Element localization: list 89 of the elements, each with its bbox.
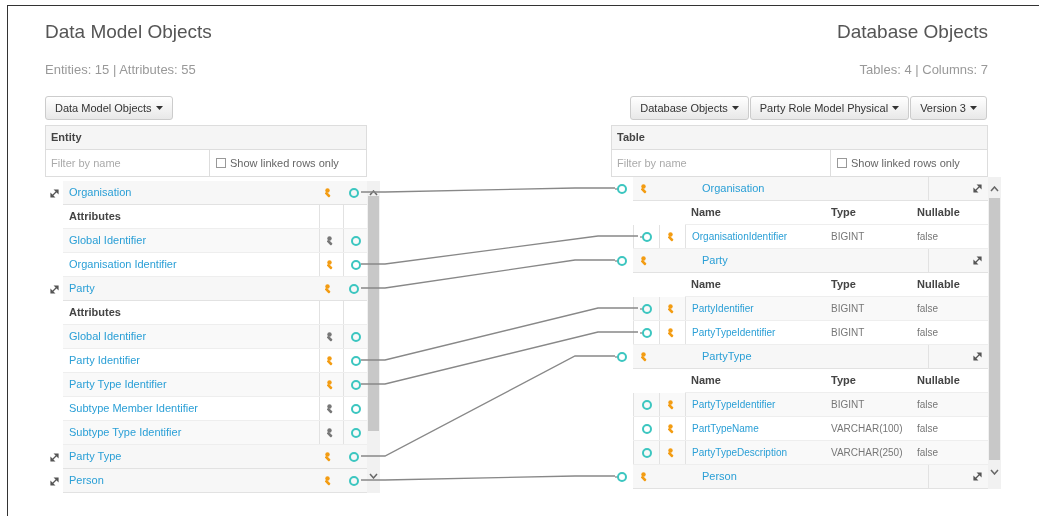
scroll-up-icon[interactable] — [990, 186, 999, 192]
expand-icon[interactable] — [973, 352, 982, 361]
column-header: Nullable — [916, 373, 961, 389]
filter-field[interactable]: Filter by name — [611, 150, 830, 177]
entity-name[interactable]: Party — [63, 280, 319, 297]
column-name[interactable]: PartyTypeIdentifier — [685, 393, 825, 416]
expand-icon[interactable] — [973, 472, 982, 481]
linked-circle-icon[interactable] — [639, 327, 652, 338]
column-nullable: false — [916, 398, 940, 412]
column-nullable: false — [916, 230, 940, 244]
scrollbar[interactable] — [988, 177, 1001, 489]
caret-icon — [970, 106, 977, 110]
entity-row[interactable]: Party — [63, 277, 367, 301]
table-row[interactable]: PartyType — [633, 345, 988, 369]
scroll-down-icon[interactable] — [990, 469, 999, 475]
panel-summary: Tables: 4 | Columns: 7 — [859, 61, 988, 79]
caret-icon — [731, 106, 739, 110]
entity-row[interactable]: Person — [63, 469, 367, 493]
column-name[interactable]: PartTypeName — [685, 417, 825, 440]
column-name[interactable]: PartyIdentifier — [685, 297, 825, 320]
linked-circle-icon[interactable] — [615, 472, 627, 482]
column-header: Entity — [45, 125, 367, 150]
table-name[interactable]: Party — [696, 252, 928, 269]
dropdown-button[interactable]: Version 3 — [910, 96, 987, 120]
expand-icon[interactable] — [49, 452, 59, 462]
table-name[interactable]: Person — [696, 468, 928, 485]
section-label: Attributes — [68, 209, 122, 225]
table-name[interactable]: PartyType — [696, 348, 928, 365]
column-header: Name — [690, 205, 722, 221]
attribute-name[interactable]: Subtype Member Identifier — [63, 397, 319, 420]
dropdown-button[interactable]: Data Model Objects — [45, 96, 173, 120]
entity-row[interactable]: Party Type — [63, 445, 367, 469]
entity-name[interactable]: Person — [63, 472, 319, 489]
expand-icon[interactable] — [973, 256, 982, 265]
entity-name[interactable]: Organisation — [63, 184, 319, 201]
linked-circle-icon[interactable] — [615, 352, 627, 362]
column-header: Type — [830, 373, 857, 389]
scrollbar[interactable] — [367, 181, 380, 493]
table-row[interactable]: Organisation — [633, 177, 988, 201]
panel-summary: Entities: 15 | Attributes: 55 — [45, 61, 197, 79]
table-row[interactable]: Person — [633, 465, 988, 489]
column-type: BIGINT — [830, 398, 866, 412]
checkbox[interactable] — [216, 158, 226, 168]
column-header: Table — [611, 125, 988, 150]
column-nullable: false — [916, 302, 940, 316]
entity-row[interactable]: Organisation — [63, 181, 367, 205]
column-nullable: false — [916, 422, 940, 436]
column-header: Nullable — [916, 205, 961, 221]
section-label: Attributes — [68, 305, 122, 321]
attribute-name[interactable]: Organisation Identifier — [63, 253, 319, 276]
caret-icon — [155, 106, 163, 110]
column-header: Nullable — [916, 277, 961, 293]
column-type: VARCHAR(100) — [830, 422, 904, 436]
linked-circle-icon[interactable] — [639, 303, 652, 314]
column-header: Type — [830, 277, 857, 293]
column-name[interactable]: OrganisationIdentifier — [685, 225, 825, 248]
expand-icon[interactable] — [49, 188, 59, 198]
column-nullable: false — [916, 326, 940, 340]
column-header: Name — [690, 373, 722, 389]
table-name[interactable]: Organisation — [696, 180, 928, 197]
column-header: Type — [830, 205, 857, 221]
table-row[interactable]: Party — [633, 249, 988, 273]
expand-icon[interactable] — [49, 476, 59, 486]
linked-circle-icon[interactable] — [615, 256, 627, 266]
checkbox[interactable] — [837, 158, 847, 168]
column-type: BIGINT — [830, 326, 866, 340]
panel-title: Data Model Objects — [45, 20, 213, 44]
column-name[interactable]: PartyTypeDescription — [685, 441, 825, 464]
column-header: Name — [690, 277, 722, 293]
entity-name[interactable]: Party Type — [63, 448, 319, 465]
caret-icon — [892, 106, 900, 110]
scrollbar-thumb[interactable] — [989, 198, 1000, 460]
scroll-down-icon[interactable] — [369, 473, 378, 479]
expand-icon[interactable] — [49, 284, 59, 294]
column-type: VARCHAR(250) — [830, 446, 904, 460]
column-name[interactable]: PartyTypeIdentifier — [685, 321, 825, 344]
linked-circle-icon[interactable] — [639, 231, 652, 242]
expand-icon[interactable] — [973, 184, 982, 193]
linked-circle-icon[interactable] — [615, 184, 627, 194]
scrollbar-thumb[interactable] — [368, 196, 379, 431]
dropdown-button[interactable]: Database Objects — [630, 96, 749, 120]
column-nullable: false — [916, 446, 940, 460]
attribute-name[interactable]: Party Identifier — [63, 349, 319, 372]
scroll-up-icon[interactable] — [369, 190, 378, 196]
dropdown-button[interactable]: Party Role Model Physical — [749, 96, 910, 120]
column-type: BIGINT — [830, 230, 866, 244]
column-type: BIGINT — [830, 302, 866, 316]
filter-field[interactable]: Filter by name — [45, 150, 209, 177]
panel-title: Database Objects — [836, 20, 988, 44]
